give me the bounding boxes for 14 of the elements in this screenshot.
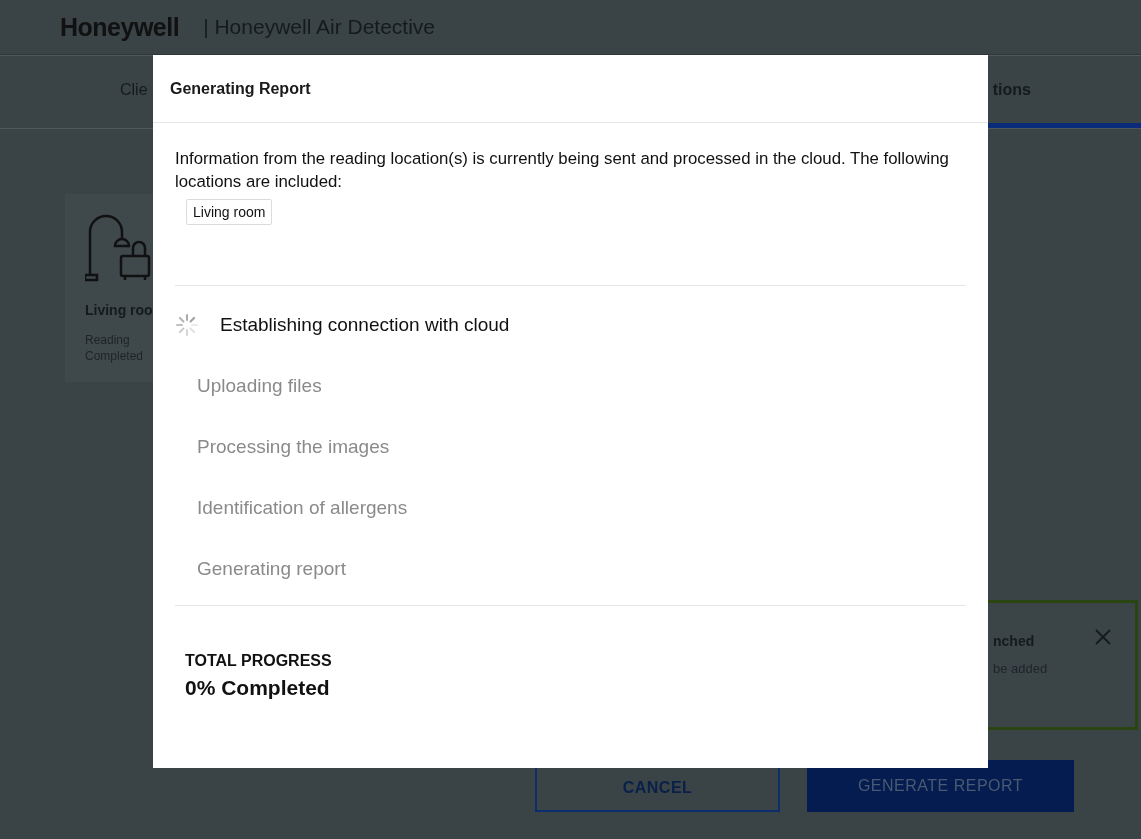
intro-text: Information from the reading location(s) is currently being sent and processed in the cloud. The following locations are included: [175, 148, 950, 193]
dialog-title: Generating Report [170, 79, 311, 98]
location-chip: Living room [186, 199, 273, 225]
close-button[interactable] [1093, 627, 1113, 647]
step-label: Processing the images [197, 435, 390, 458]
loading-spinner-icon [175, 312, 199, 337]
step-label: Establishing connection with cloud [220, 313, 510, 336]
progress-value: 0% Completed [185, 676, 331, 700]
step-label: Uploading files [197, 374, 322, 397]
generate-report-button[interactable]: GENERATE REPORT [807, 760, 1074, 812]
step-label: Identification of allergens [197, 496, 408, 519]
progress-label: TOTAL PROGRESS [185, 652, 333, 670]
step-label: Generating report [197, 557, 346, 580]
lamp-and-armchair-icon [85, 212, 151, 282]
